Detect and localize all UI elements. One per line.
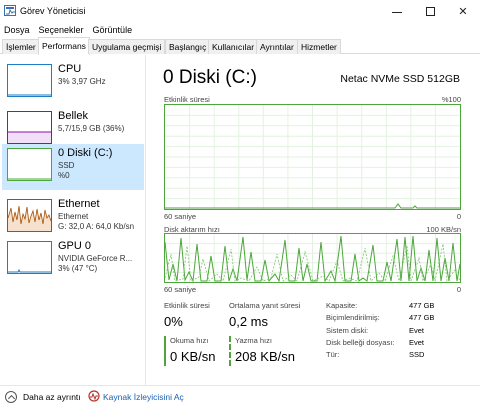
resource-name: Bellek (58, 110, 88, 122)
memory-thumbnail-graph (7, 111, 52, 144)
read-speed-indicator (164, 336, 166, 366)
tab-app-history[interactable]: Uygulama geçmişi (88, 39, 166, 54)
property-key: Disk belleği dosyası: (326, 338, 395, 347)
resource-name: 0 Diski (C:) (58, 147, 113, 159)
property-key: Tür: (326, 350, 340, 359)
property-value: 477 GB (409, 301, 435, 310)
close-button[interactable]: ✕ (446, 0, 480, 22)
resource-detail: 5,7/15,9 GB (36%) (58, 124, 125, 133)
tab-processes[interactable]: İşlemler (2, 39, 40, 54)
resource-usage: %0 (58, 171, 70, 180)
resource-detail: NVIDIA GeForce R... (58, 254, 133, 263)
response-time-label: Ortalama yanıt süresi (229, 301, 301, 310)
minimize-icon (392, 11, 402, 13)
menu-options[interactable]: Seçenekler (39, 25, 84, 35)
ethernet-thumbnail-graph (7, 199, 52, 232)
close-icon: ✕ (458, 5, 468, 18)
property-value: SSD (409, 350, 425, 359)
activity-graph-svg (165, 105, 460, 209)
open-resource-monitor-link[interactable]: Kaynak İzleyicisini Aç (103, 392, 184, 402)
activity-graph-label: Etkinlik süresi (164, 95, 210, 104)
gpu-thumbnail-graph (7, 241, 52, 274)
property-value: Evet (409, 326, 425, 335)
tab-users[interactable]: Kullanıcılar (208, 39, 259, 54)
activity-graph-min: 0 (456, 212, 461, 221)
page-title: 0 Diski (C:) (163, 67, 257, 88)
read-speed-value: 0 KB/sn (170, 349, 216, 364)
property-key: Kapasite: (326, 301, 358, 310)
activity-graph-time: 60 saniye (164, 212, 197, 221)
maximize-icon (425, 6, 435, 16)
maximize-button[interactable] (413, 0, 447, 22)
property-value: 477 GB (409, 313, 435, 322)
resource-ethernet[interactable]: Ethernet Ethernet G: 32,0 A: 64,0 Kb/sn (2, 195, 144, 241)
menu-bar: Dosya Seçenekler Görüntüle (0, 22, 480, 37)
activity-graph-max: %100 (441, 95, 461, 104)
activity-graph (164, 104, 461, 210)
fewer-details-link[interactable]: Daha az ayrıntı (23, 392, 81, 402)
tab-startup[interactable]: Başlangıç (165, 39, 211, 54)
resource-list: CPU 3% 3,97 GHz Bellek 5,7/15,9 GB (36%)… (0, 55, 146, 385)
cpu-thumbnail-graph (7, 64, 52, 97)
minimize-button[interactable] (380, 0, 414, 22)
task-manager-icon (4, 5, 16, 16)
resource-type: SSD (58, 161, 75, 170)
tab-details[interactable]: Ayrıntılar (256, 39, 298, 54)
response-time-value: 0,2 ms (229, 314, 269, 329)
menu-file[interactable]: Dosya (4, 25, 30, 35)
write-speed-indicator (229, 336, 231, 366)
write-speed-label: Yazma hızı (235, 336, 272, 345)
write-speed-value: 208 KB/sn (235, 349, 295, 364)
property-value: Evet (409, 338, 425, 347)
resource-disk-0[interactable]: 0 Diski (C:) SSD %0 (2, 144, 144, 190)
resource-usage: 3% (47 °C) (58, 264, 98, 273)
read-speed-label: Okuma hızı (170, 336, 209, 345)
property-key: Sistem diski: (326, 326, 369, 335)
resource-name: Ethernet (58, 198, 100, 210)
disk-detail-pane: 0 Diski (C:) Netac NVMe SSD 512GB Etkinl… (150, 55, 480, 385)
property-key: Biçimlendirilmiş: (326, 313, 380, 322)
transfer-graph-time: 60 saniye (164, 285, 197, 294)
window-title: Görev Yöneticisi (20, 6, 86, 16)
menu-view[interactable]: Görüntüle (93, 25, 133, 35)
transfer-graph-svg (164, 234, 461, 283)
resource-detail: 3% 3,97 GHz (58, 77, 106, 86)
resource-monitor-icon (88, 390, 100, 402)
disk-thumbnail-graph (7, 148, 52, 181)
collapse-arrow-icon[interactable] (5, 391, 17, 403)
disk-model: Netac NVMe SSD 512GB (340, 73, 460, 85)
tab-performance[interactable]: Performans (38, 37, 90, 55)
resource-gpu-0[interactable]: GPU 0 NVIDIA GeForce R... 3% (47 °C) (2, 237, 144, 283)
resource-name: GPU 0 (58, 240, 92, 252)
resource-throughput: G: 32,0 A: 64,0 Kb/sn (58, 222, 135, 231)
transfer-graph (164, 233, 461, 283)
title-bar: Görev Yöneticisi ✕ (0, 0, 480, 22)
tab-bar: İşlemler Performans Uygulama geçmişi Baş… (0, 37, 480, 55)
resource-name: CPU (58, 63, 82, 75)
transfer-graph-min: 0 (456, 285, 461, 294)
activity-label: Etkinlik süresi (164, 301, 210, 310)
resource-detail: Ethernet (58, 212, 89, 221)
resource-cpu[interactable]: CPU 3% 3,97 GHz (2, 60, 144, 106)
tab-services[interactable]: Hizmetler (297, 39, 341, 54)
footer-bar: Daha az ayrıntı Kaynak İzleyicisini Aç (0, 385, 480, 412)
activity-value: 0% (164, 314, 183, 329)
